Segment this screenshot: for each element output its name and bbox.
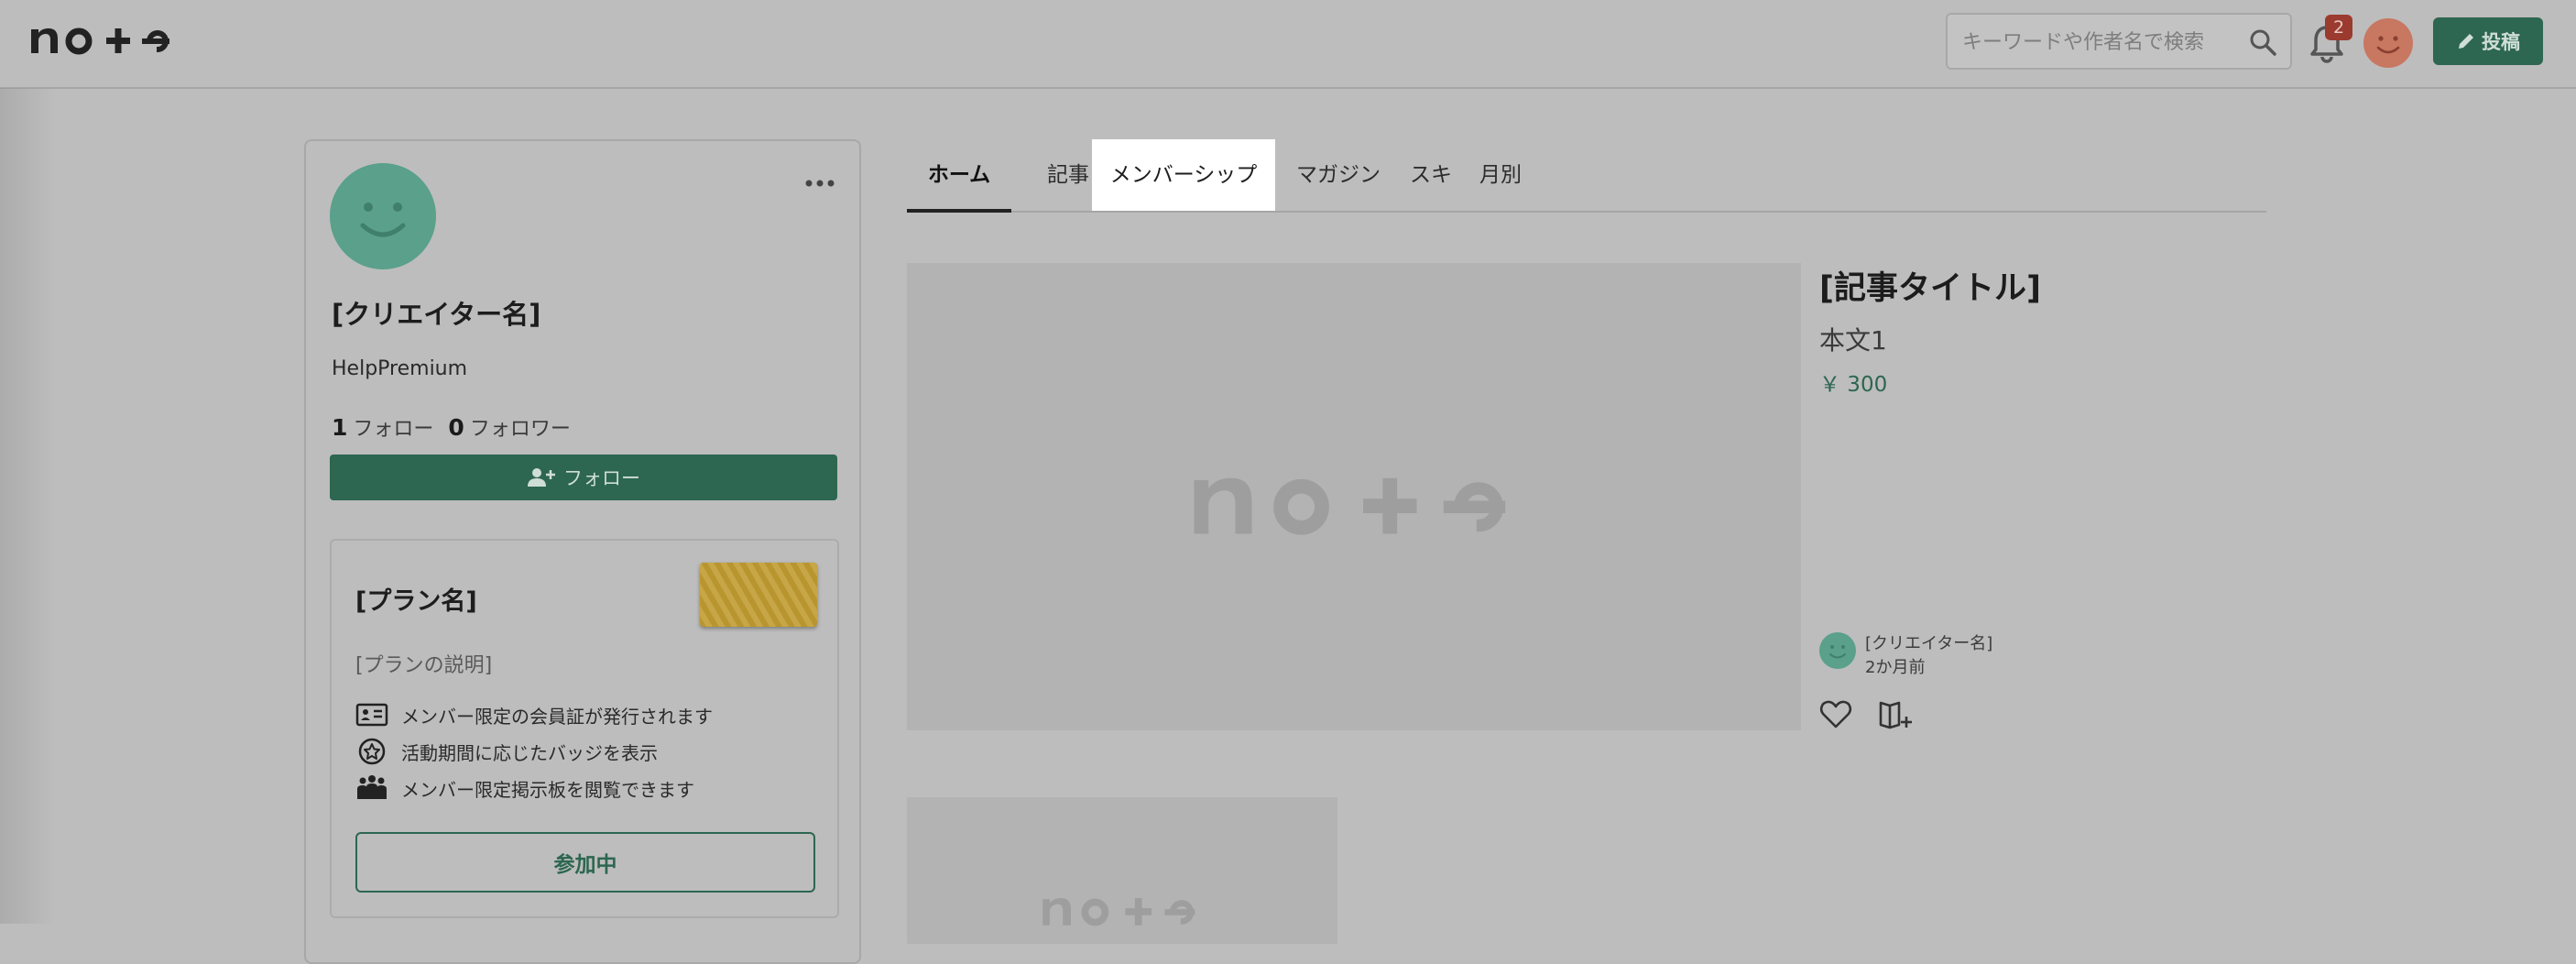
more-options-icon[interactable] <box>804 174 835 192</box>
plan-feature-label: メンバー限定の会員証が発行されます <box>401 705 713 728</box>
creator-description: HelpPremium <box>332 357 468 380</box>
article-thumbnail[interactable] <box>907 797 1337 944</box>
follow-count[interactable]: 1 <box>332 414 347 441</box>
author-avatar[interactable] <box>1819 632 1856 669</box>
creator-name[interactable]: [クリエイター名] <box>332 293 540 332</box>
user-avatar[interactable] <box>2363 18 2413 68</box>
creator-avatar[interactable] <box>330 163 436 269</box>
follow-stats: 1 フォロー 0 フォロワー <box>332 412 571 442</box>
membership-plan-box: [プラン名] [プランの説明] メンバー限定の会員証が発行されます 活動期間に応… <box>330 539 839 918</box>
article-timestamp: 2か月前 <box>1865 658 1926 677</box>
article-price: ￥ 300 <box>1819 373 1888 397</box>
article-excerpt: 本文1 <box>1819 325 1887 356</box>
author-name[interactable]: [クリエイター名] <box>1865 630 1992 654</box>
add-user-icon <box>528 468 555 487</box>
heart-icon[interactable] <box>1819 698 1852 729</box>
plan-feature-label: メンバー限定掲示板を閲覧できます <box>401 778 694 801</box>
search-box <box>1946 13 2292 70</box>
plan-feature: メンバー限定掲示板を閲覧できます <box>355 772 694 805</box>
article-thumbnail[interactable] <box>907 263 1801 730</box>
tab-home[interactable]: ホーム <box>907 139 1011 213</box>
creator-profile-card: [クリエイター名] HelpPremium 1 フォロー 0 フォロワー フォロー [… <box>304 139 861 964</box>
note-logo[interactable] <box>29 16 176 64</box>
note-logo-placeholder <box>1194 477 1506 535</box>
search-icon[interactable] <box>2248 27 2277 57</box>
plan-name: [プラン名] <box>355 587 477 616</box>
plan-feature: メンバー限定の会員証が発行されます <box>355 698 713 731</box>
plan-feature-label: 活動期間に応じたバッジを表示 <box>401 741 658 764</box>
post-button-label: 投稿 <box>2482 31 2520 53</box>
follower-label[interactable]: フォロワー <box>470 418 571 441</box>
tab-magazine[interactable]: マガジン <box>1288 139 1389 211</box>
plan-feature: 活動期間に応じたバッジを表示 <box>355 735 658 768</box>
add-to-magazine-icon[interactable] <box>1878 698 1915 729</box>
article-title[interactable]: [記事タイトル] <box>1819 262 2041 309</box>
plan-thumbnail <box>700 563 817 627</box>
top-header: 2 投稿 <box>0 0 2576 89</box>
follow-button-label: フォロー <box>563 467 640 489</box>
plan-description: [プランの説明] <box>355 654 493 677</box>
tab-monthly[interactable]: 月別 <box>1473 139 1528 211</box>
notification-count-badge: 2 <box>2325 15 2352 40</box>
follow-label[interactable]: フォロー <box>353 418 433 441</box>
member-card-icon <box>355 703 388 727</box>
note-logo-placeholder <box>1042 898 1195 926</box>
follow-button[interactable]: フォロー <box>330 455 837 500</box>
group-icon <box>357 775 387 799</box>
follower-count[interactable]: 0 <box>448 414 464 441</box>
search-input[interactable] <box>1960 22 2239 62</box>
pencil-icon <box>2459 34 2473 49</box>
creator-tabs: ホーム 記事 メンバーシップ マガジン スキ 月別 <box>907 139 2266 213</box>
tab-likes[interactable]: スキ <box>1407 139 1455 211</box>
badge-star-icon <box>358 738 386 765</box>
left-shadow <box>0 88 55 924</box>
post-button[interactable]: 投稿 <box>2433 17 2543 65</box>
joined-button[interactable]: 参加中 <box>355 832 815 893</box>
tab-membership[interactable]: メンバーシップ <box>1092 139 1275 211</box>
